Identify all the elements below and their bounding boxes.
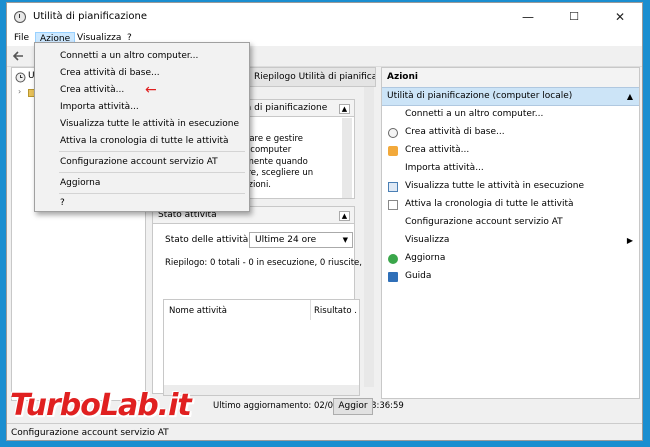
table-header-result[interactable]: Risultato . — [314, 306, 357, 316]
collapse-overview-button[interactable]: ▲ — [339, 104, 350, 114]
actions-pane: Azioni Utilità di pianificazione (comput… — [381, 67, 640, 399]
help-icon — [388, 272, 398, 282]
summary-scrollbar[interactable] — [364, 87, 374, 387]
action-help[interactable]: Guida — [405, 268, 431, 285]
chevron-down-icon: ▼ — [342, 236, 348, 244]
menu-item-at-service-account[interactable]: Configurazione account servizio AT — [60, 154, 218, 170]
minimize-button[interactable]: — — [505, 3, 551, 30]
table-horizontal-scrollbar[interactable] — [164, 385, 359, 395]
clock-icon — [15, 72, 26, 83]
status-label: Stato delle attività ... — [165, 235, 260, 245]
menu-item-create-basic-task[interactable]: Crea attività di base... — [60, 65, 160, 81]
action-running-tasks[interactable]: Visualizza tutte le attività in esecuzio… — [405, 178, 584, 195]
table-header-name[interactable]: Nome attività — [169, 306, 227, 316]
status-period-select[interactable]: Ultime 24 ore ▼ — [249, 232, 353, 248]
status-panel: Stato attività ▲ Stato delle attività ..… — [152, 206, 373, 396]
actions-title: Azioni — [382, 68, 639, 87]
action-refresh[interactable]: Aggiorna — [405, 250, 445, 267]
menu-separator — [59, 193, 245, 194]
action-import-task[interactable]: Importa attività... — [405, 160, 484, 177]
create-task-icon — [388, 146, 398, 156]
task-table: Nome attività Risultato . — [163, 299, 360, 396]
collapse-status-button[interactable]: ▲ — [339, 211, 350, 221]
menu-separator — [59, 172, 245, 173]
action-create-basic-task[interactable]: Crea attività di base... — [405, 124, 505, 141]
clock-icon — [14, 11, 26, 23]
collapse-up-icon: ▲ — [626, 92, 633, 101]
history-icon — [388, 200, 398, 210]
basic-task-icon — [388, 128, 398, 138]
overview-scrollbar[interactable] — [342, 118, 352, 198]
expand-chevron-icon[interactable]: › — [18, 87, 21, 96]
close-button[interactable]: ✕ — [597, 3, 642, 30]
menu-separator — [59, 151, 245, 152]
action-connect[interactable]: Connetti a un altro computer... — [405, 106, 543, 123]
azione-dropdown-menu: Connetti a un altro computer... Crea att… — [34, 42, 250, 212]
menu-item-connect[interactable]: Connetti a un altro computer... — [60, 48, 198, 64]
menu-item-refresh[interactable]: Aggiorna — [60, 175, 100, 191]
menu-item-help[interactable]: ? — [60, 195, 65, 211]
actions-section-header[interactable]: Utilità di pianificazione (computer loca… — [382, 87, 639, 106]
menu-item-import-task[interactable]: Importa attività... — [60, 99, 139, 115]
menu-item-create-task[interactable]: Crea attività... — [60, 82, 124, 98]
maximize-button[interactable]: ☐ — [551, 3, 597, 30]
submenu-arrow-icon: ▶ — [626, 236, 633, 245]
window-title: Utilità di pianificazione — [33, 11, 148, 22]
action-create-task[interactable]: Crea attività... — [405, 142, 469, 159]
back-arrow-icon[interactable] — [13, 51, 24, 61]
action-at-service-account[interactable]: Configurazione account servizio AT — [405, 214, 563, 231]
menu-item-running-tasks[interactable]: Visualizza tutte le attività in esecuzio… — [60, 116, 239, 132]
menu-item-enable-history[interactable]: Attiva la cronologia di tutte le attivit… — [60, 133, 229, 149]
menu-file[interactable]: File — [10, 32, 33, 45]
refresh-button[interactable]: Aggior — [333, 398, 373, 415]
last-refresh-label: Ultimo aggiornamento: 02/03/2024 18:36:5… — [213, 401, 404, 411]
refresh-icon — [388, 254, 398, 264]
status-summary: Riepilogo: 0 totali - 0 in esecuzione, 0… — [165, 258, 373, 268]
action-view[interactable]: Visualizza — [405, 232, 449, 249]
highlight-arrow-icon: ← — [145, 82, 157, 98]
turbolab-watermark: TurboLab.it — [10, 388, 192, 423]
status-bar: Configurazione account servizio AT — [7, 423, 642, 440]
running-tasks-icon — [388, 182, 398, 192]
action-enable-history[interactable]: Attiva la cronologia di tutte le attivit… — [405, 196, 574, 213]
title-bar[interactable]: Utilità di pianificazione — ☐ ✕ — [7, 3, 642, 30]
